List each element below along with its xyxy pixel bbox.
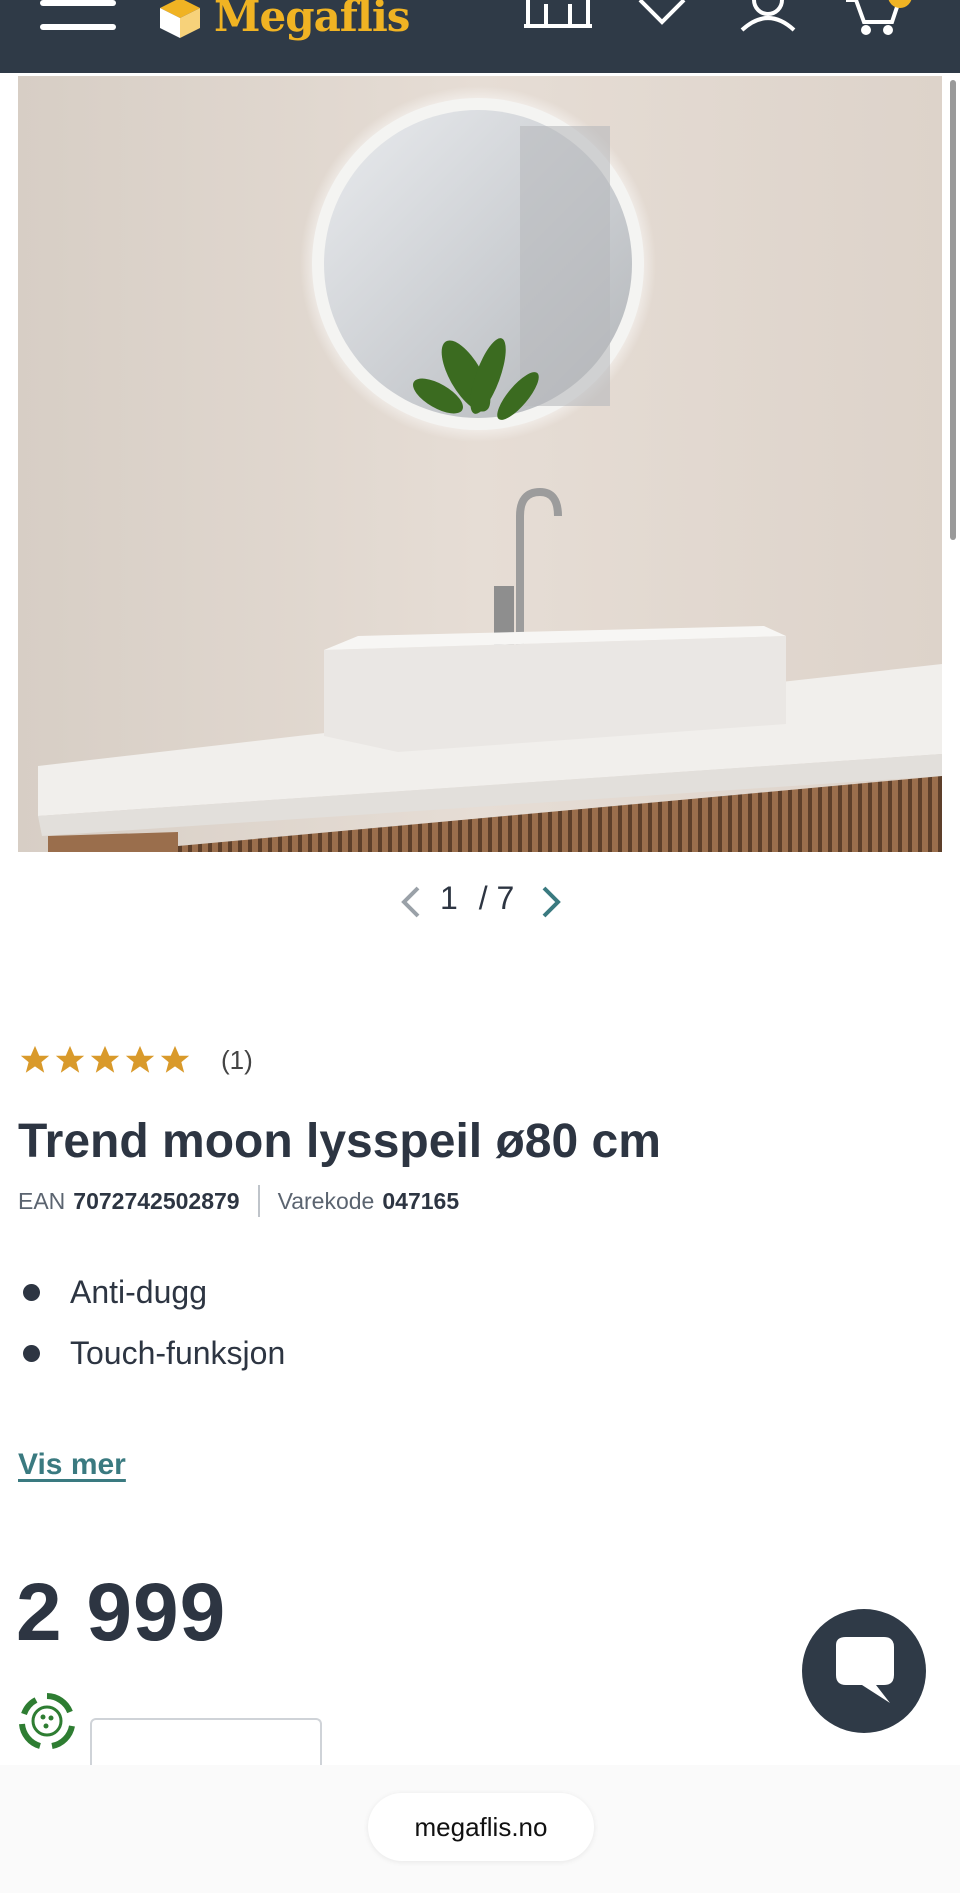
chat-button[interactable] <box>802 1609 926 1733</box>
feature-text: Touch-funksjon <box>70 1335 286 1371</box>
gallery-current: 1 <box>440 880 458 916</box>
logo-mark-icon <box>156 0 204 38</box>
hamburger-menu-icon[interactable] <box>40 0 116 40</box>
product-rating[interactable]: (1) <box>18 1040 253 1080</box>
product-price: 2 999 <box>16 1567 227 1658</box>
star-icon <box>90 1045 120 1073</box>
chevron-left-icon[interactable] <box>396 884 426 920</box>
star-icon <box>55 1045 85 1073</box>
chat-bubble-icon <box>836 1637 894 1703</box>
feature-list: Anti-dugg Touch-funksjon <box>18 1262 285 1384</box>
product-codes: EAN 7072742502879 Varekode 047165 <box>18 1185 459 1217</box>
product-title: Trend moon lysspeil ø80 cm <box>18 1115 661 1168</box>
store-icon[interactable] <box>524 0 594 42</box>
brand-logo[interactable]: Megaflis <box>156 0 410 46</box>
heart-icon[interactable] <box>632 0 702 42</box>
codes-divider <box>257 1185 260 1217</box>
star-icon <box>160 1045 190 1073</box>
gallery-pager: 1 / 7 <box>0 876 960 926</box>
bullet-icon <box>23 1345 40 1362</box>
feature-text: Anti-dugg <box>70 1274 207 1310</box>
list-item: Anti-dugg <box>18 1262 285 1323</box>
user-icon[interactable] <box>732 0 802 42</box>
gallery-counter: 1 / 7 <box>440 880 514 917</box>
site-header: Megaflis <box>0 0 960 73</box>
sku-label: Varekode <box>277 1187 375 1214</box>
sku-value: 047165 <box>382 1187 460 1214</box>
list-item: Touch-funksjon <box>18 1323 285 1384</box>
eco-recycle-icon[interactable] <box>16 1690 78 1752</box>
cart-icon[interactable] <box>840 0 912 42</box>
address-bar[interactable]: megaflis.no <box>368 1793 594 1861</box>
chevron-right-icon[interactable] <box>536 884 566 920</box>
star-icon <box>125 1045 155 1073</box>
star-icon <box>20 1045 50 1073</box>
product-image[interactable] <box>18 76 942 852</box>
ean-label: EAN <box>18 1187 66 1214</box>
gallery-total: / 7 <box>478 880 515 916</box>
ean-value: 7072742502879 <box>73 1187 240 1214</box>
rating-count[interactable]: (1) <box>221 1045 253 1076</box>
brand-name: Megaflis <box>214 0 410 41</box>
page-scrollbar[interactable] <box>950 80 956 540</box>
show-more-link[interactable]: Vis mer <box>18 1448 126 1482</box>
bullet-icon <box>23 1284 40 1301</box>
